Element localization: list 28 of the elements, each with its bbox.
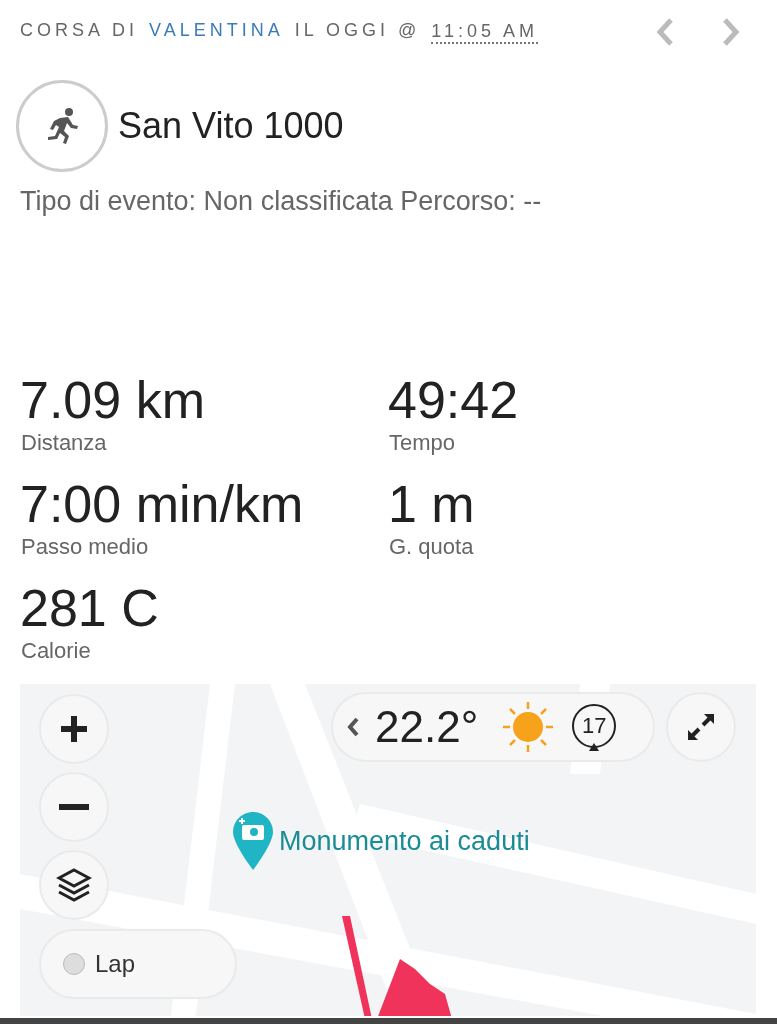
sun-icon <box>502 701 555 753</box>
stat-value: 49:42 <box>388 370 520 430</box>
stat-label: Passo medio <box>21 534 150 560</box>
temperature: 22.2° <box>375 702 479 752</box>
stat-label: G. quota <box>389 534 475 560</box>
wind-direction-icon <box>570 703 619 751</box>
activity-time: 11:05 AM <box>431 20 539 44</box>
stat-label: Distanza <box>21 430 108 456</box>
athlete-link[interactable]: VALENTINA <box>149 20 284 44</box>
marker-label: Monumento ai caduti <box>279 825 530 857</box>
expand-icon <box>686 712 716 742</box>
stat-value: 7:00 min/km <box>20 474 305 534</box>
activity-title: San Vito 1000 <box>118 105 344 147</box>
lap-checkbox[interactable] <box>63 953 85 975</box>
stat-label: Calorie <box>21 638 92 664</box>
stat-value: 1 m <box>388 474 476 534</box>
wind-speed: 17 <box>582 713 607 738</box>
stat-label: Tempo <box>389 430 457 456</box>
activity-details: Tipo di evento: Non classificata Percorso: -- <box>20 186 543 217</box>
header-text: IL OGGI @ <box>294 20 421 42</box>
minus-icon <box>59 804 89 810</box>
layers-icon <box>56 867 92 903</box>
header-text: CORSA DI <box>20 20 139 42</box>
plus-icon <box>59 714 89 744</box>
lap-toggle[interactable]: Lap <box>39 929 237 999</box>
stat-value: 7.09 km <box>20 370 206 430</box>
chevron-left-icon[interactable] <box>347 717 359 737</box>
stat-value: 281 C <box>20 578 160 638</box>
